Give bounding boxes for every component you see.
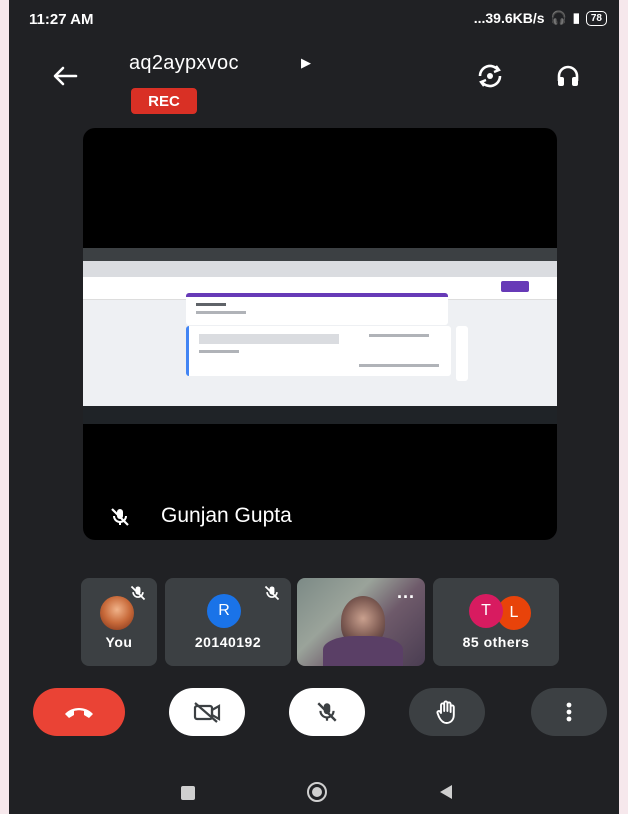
more-dots-icon[interactable]: ...	[397, 582, 415, 603]
battery-icon: 78	[585, 10, 607, 26]
raise-hand-button[interactable]	[409, 688, 485, 736]
back-button[interactable]	[47, 58, 83, 94]
participant-tile-others[interactable]: T L 85 others	[433, 578, 559, 666]
participant-label: You	[105, 634, 133, 650]
participant-tile-20140192[interactable]: R 20140192	[165, 578, 291, 666]
home-icon[interactable]	[307, 782, 327, 802]
participant-label: 85 others	[462, 634, 530, 650]
back-arrow-icon	[53, 66, 78, 86]
shared-screen-content	[83, 248, 557, 424]
headphones-icon	[557, 65, 579, 86]
end-call-button[interactable]	[33, 688, 125, 736]
shared-form-side-toolbar	[456, 326, 468, 381]
meeting-details-arrow-icon[interactable]: ▶	[301, 55, 311, 71]
mic-off-icon	[111, 508, 129, 526]
more-options-button[interactable]	[531, 688, 607, 736]
participant-tile-you[interactable]: You	[81, 578, 157, 666]
mic-off-icon	[317, 702, 337, 722]
presenter-name: Gunjan Gupta	[161, 504, 292, 527]
mic-toggle-button[interactable]	[289, 688, 365, 736]
status-icons: ...39.6KB/s 🎧 ▮ 78	[474, 10, 607, 26]
signal-icon: ▮	[572, 10, 580, 25]
status-time: 11:27 AM	[29, 11, 94, 28]
status-bar: 11:27 AM ...39.6KB/s 🎧 ▮ 78	[9, 0, 619, 40]
switch-camera-button[interactable]	[473, 59, 507, 93]
audio-output-button[interactable]	[551, 59, 585, 93]
raise-hand-icon	[436, 700, 455, 724]
shared-form-question-card	[186, 326, 451, 376]
switch-camera-icon	[478, 64, 502, 88]
mic-off-icon	[130, 585, 146, 601]
nav-back-icon[interactable]	[439, 784, 453, 800]
main-video-tile[interactable]: Gunjan Gupta	[83, 128, 557, 540]
shared-browser-toolbar	[83, 261, 557, 277]
shared-form-title-card	[186, 293, 448, 325]
participant-body	[323, 636, 403, 666]
end-call-icon	[65, 708, 93, 718]
camera-off-icon	[193, 702, 221, 723]
more-vert-icon	[566, 702, 572, 722]
avatar-initial: T	[469, 594, 503, 628]
meet-app-screen: 11:27 AM ...39.6KB/s 🎧 ▮ 78 aq2aypxvoc ▶…	[9, 0, 619, 814]
avatar-initial: R	[207, 594, 241, 628]
shared-send-button	[501, 281, 529, 292]
mic-off-icon	[264, 585, 280, 601]
android-nav-bar	[9, 760, 619, 814]
meeting-code[interactable]: aq2aypxvoc	[129, 52, 239, 75]
shared-taskbar	[83, 406, 557, 424]
camera-toggle-button[interactable]	[169, 688, 245, 736]
headphones-status-icon: 🎧	[550, 10, 567, 25]
network-speed: ...39.6KB/s	[473, 10, 545, 26]
participant-video-tile[interactable]: ...	[297, 578, 425, 666]
participant-label: 20140192	[194, 634, 262, 650]
shared-browser-titlebar	[83, 248, 557, 261]
recording-badge: REC	[131, 88, 197, 114]
recent-apps-icon[interactable]	[181, 786, 195, 800]
